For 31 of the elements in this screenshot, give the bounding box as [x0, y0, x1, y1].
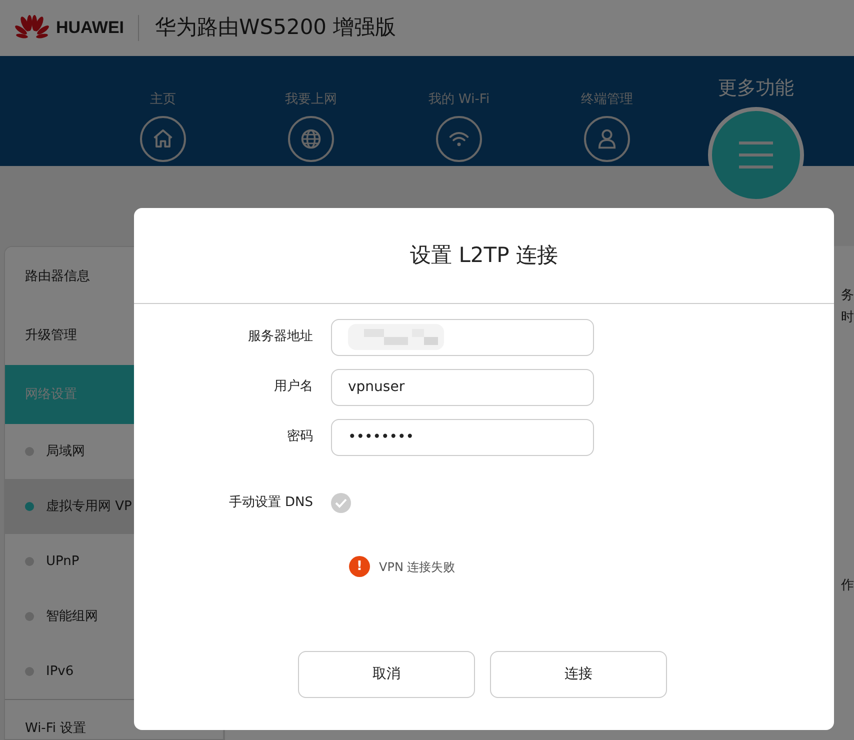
dialog-title: 设置 L2TP 连接: [410, 242, 558, 269]
brand-name: HUAWEI: [56, 17, 124, 40]
error-icon: !: [349, 556, 370, 577]
page-title: 华为路由WS5200 增强版: [155, 14, 396, 42]
field-label: 服务器地址: [247, 328, 314, 346]
checkmark-icon: [335, 498, 347, 508]
bullet-dot-icon: [25, 612, 34, 621]
menu-icon: [737, 140, 775, 170]
background-text: 时: [841, 309, 854, 327]
nav-item[interactable]: 主页: [89, 56, 237, 166]
flower-logo-icon: [14, 15, 50, 41]
field-label: 密码: [286, 428, 314, 446]
error-message: VPN 连接失败: [379, 558, 456, 576]
background-text: 作: [841, 577, 854, 595]
bullet-dot-icon: [25, 447, 34, 456]
dns-checkbox[interactable]: [331, 493, 351, 513]
bullet-dot-icon: [25, 667, 34, 676]
more-features-label: 更多功能: [718, 76, 794, 101]
nav-item[interactable]: 我要上网: [237, 56, 385, 166]
nav-item[interactable]: 我的 Wi-Fi: [385, 56, 533, 166]
field-label: 手动设置 DNS: [228, 494, 314, 512]
nav-item[interactable]: 终端管理: [533, 56, 681, 166]
bullet-dot-icon: [25, 557, 34, 566]
cancel-button[interactable]: 取消: [298, 651, 475, 698]
input-field[interactable]: vpnuser: [331, 368, 594, 406]
bullet-dot-icon: [25, 502, 34, 511]
blurred-input-field[interactable]: [331, 318, 594, 356]
background-text: 务: [841, 287, 854, 305]
field-label: 用户名: [273, 378, 314, 396]
input-field[interactable]: ••••••••: [331, 418, 594, 456]
connect-button[interactable]: 连接: [490, 651, 667, 698]
